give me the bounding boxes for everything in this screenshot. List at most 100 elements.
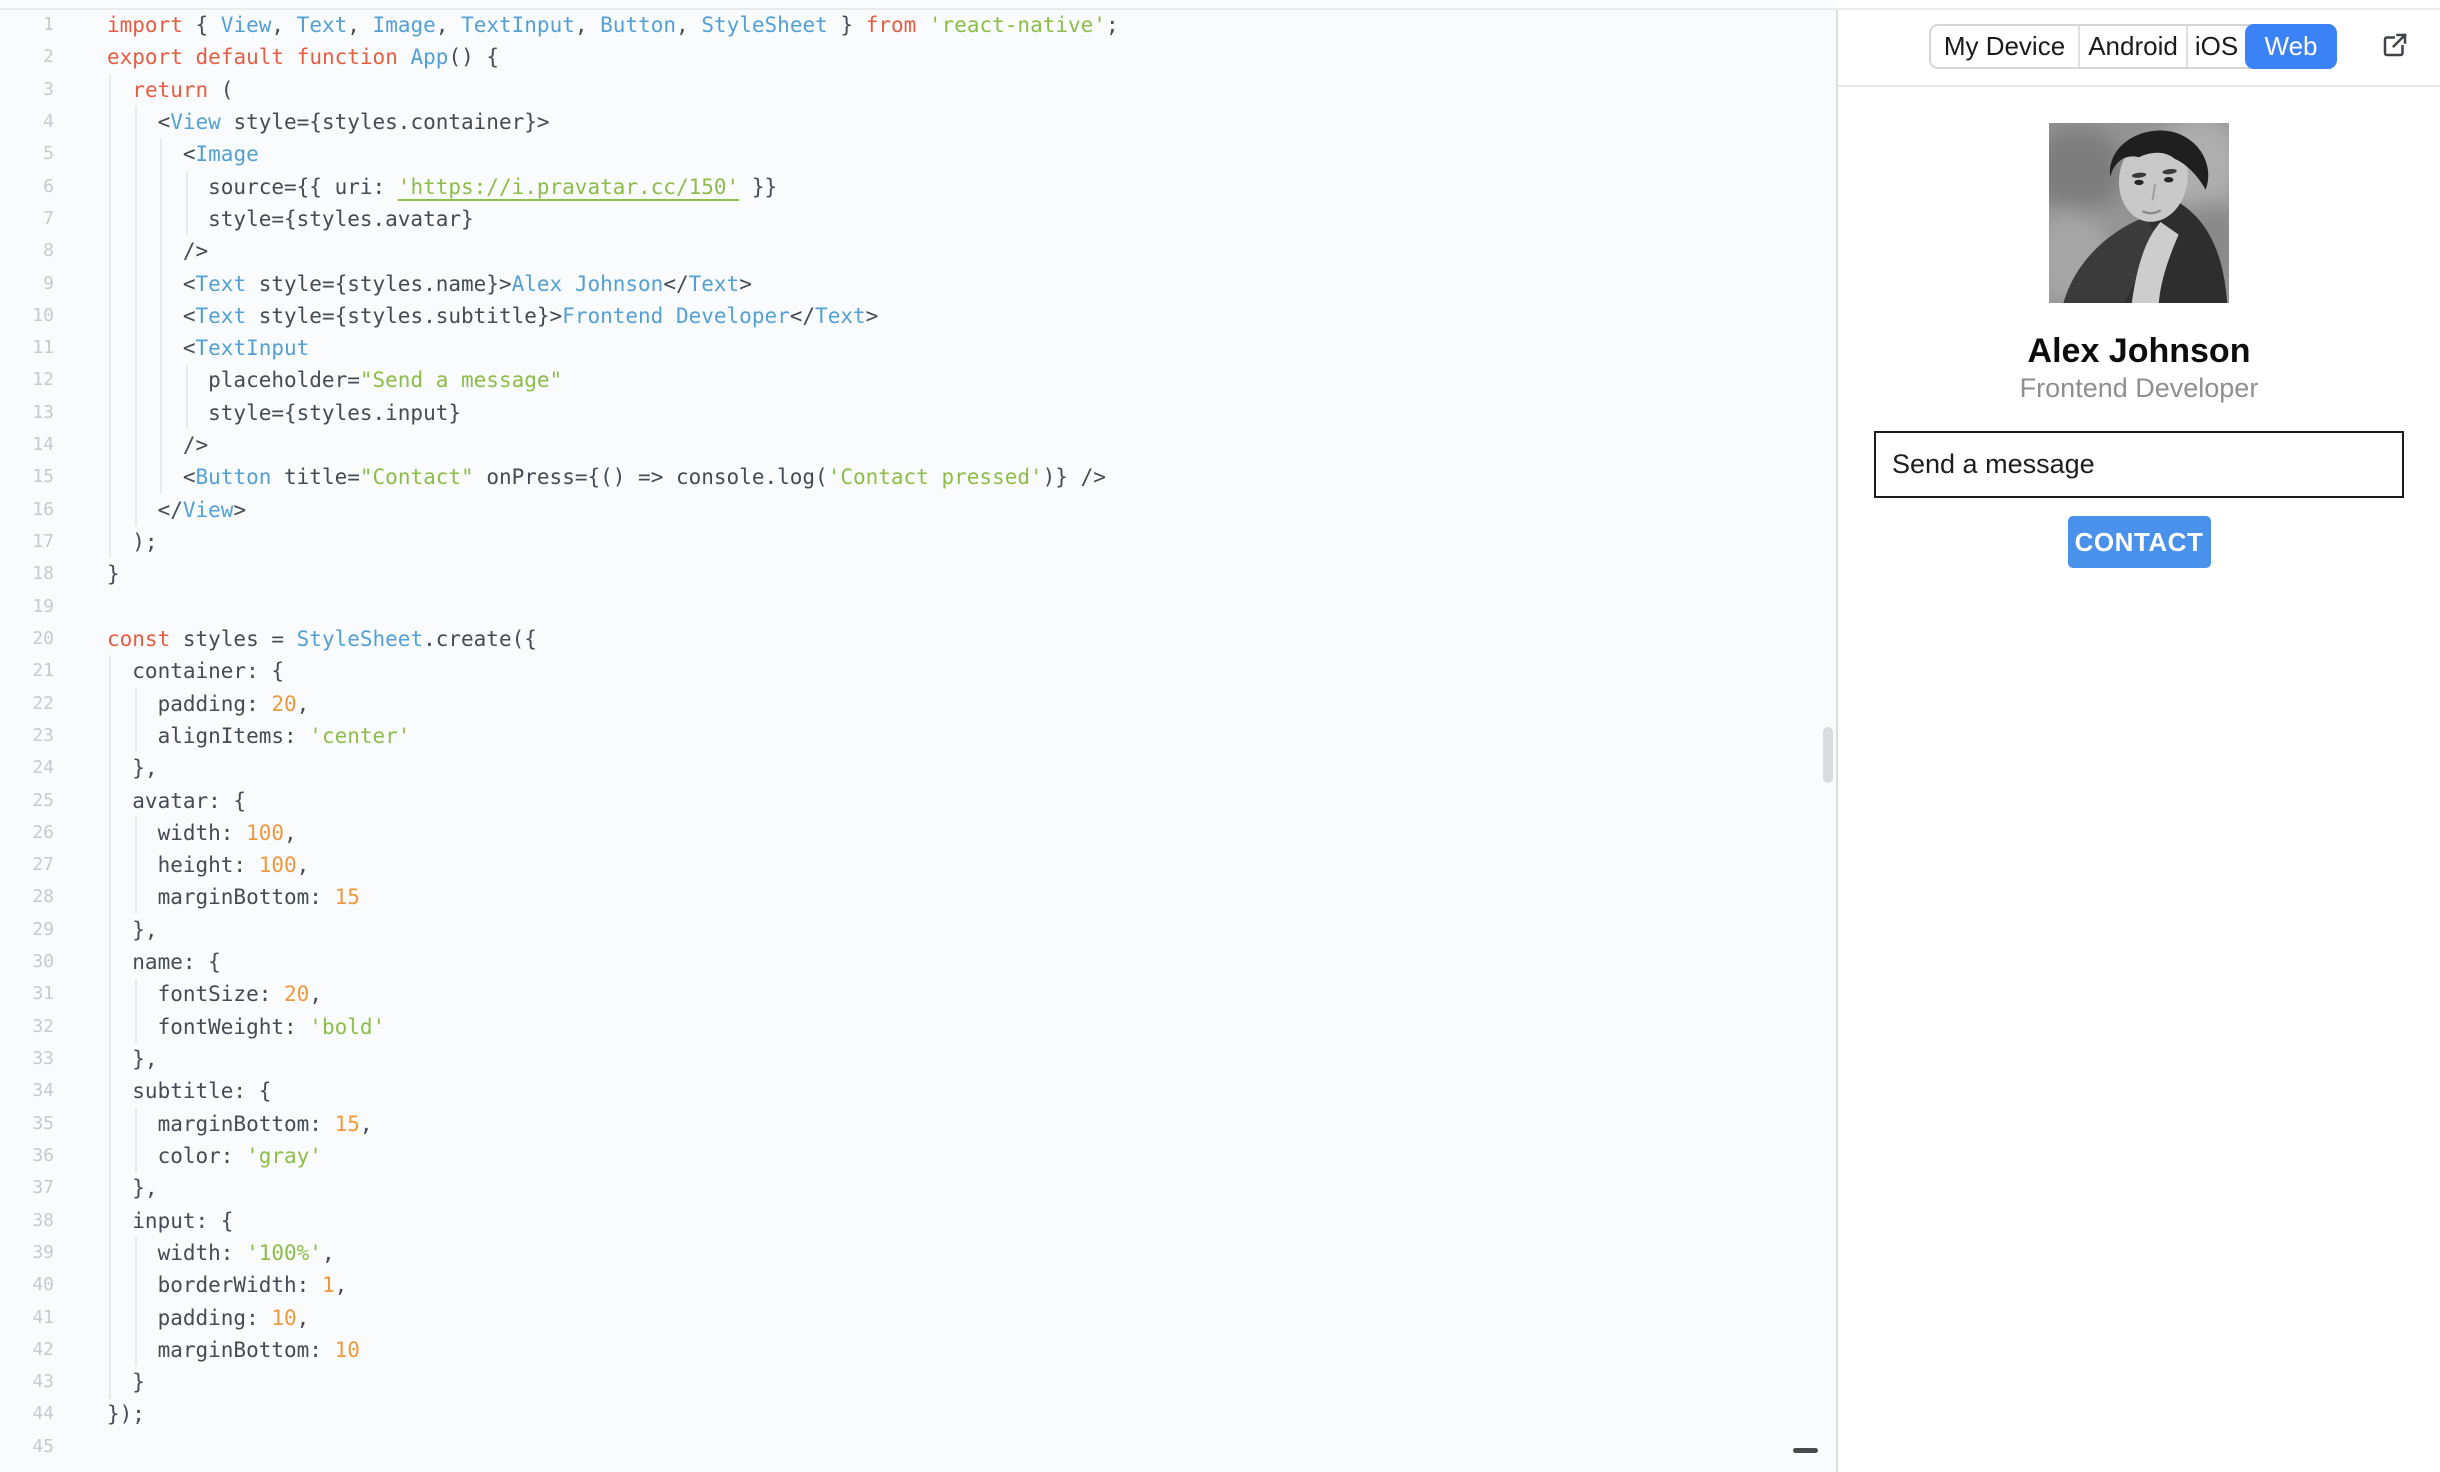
code-line[interactable]: 23 alignItems: 'center': [0, 720, 1836, 752]
code-line[interactable]: 9 <Text style={styles.name}>Alex Johnson…: [0, 268, 1836, 300]
code-line[interactable]: 25 avatar: {: [0, 785, 1836, 817]
line-number: 6: [43, 175, 54, 197]
line-number: 8: [43, 240, 54, 262]
code-line[interactable]: 13 style={styles.input}: [0, 397, 1836, 429]
line-number: 13: [32, 401, 54, 423]
code-line[interactable]: 20 const styles = StyleSheet.create({: [0, 623, 1836, 655]
code-line[interactable]: 40 borderWidth: 1,: [0, 1269, 1836, 1301]
code-line[interactable]: 38 input: {: [0, 1205, 1836, 1237]
code-line[interactable]: 11 <TextInput: [0, 332, 1836, 364]
line-number: 43: [32, 1371, 54, 1393]
line-number: 32: [32, 1015, 54, 1037]
code-line[interactable]: 44});: [0, 1398, 1836, 1430]
external-link-icon: [2380, 30, 2410, 63]
code-line[interactable]: 16 </View>: [0, 494, 1836, 526]
preview-header: My Device Android iOS Web: [1838, 8, 2440, 87]
line-number: 28: [32, 886, 54, 908]
line-number: 9: [43, 272, 54, 294]
code-line[interactable]: 19: [0, 591, 1836, 623]
line-number: 18: [32, 563, 54, 585]
code-line[interactable]: 22 padding: 20,: [0, 688, 1836, 720]
contact-button[interactable]: CONTACT: [2067, 516, 2211, 568]
code-line[interactable]: 30 name: {: [0, 946, 1836, 978]
code-line[interactable]: 45: [0, 1431, 1836, 1463]
line-number: 5: [43, 143, 54, 165]
line-number: 19: [32, 595, 54, 617]
code-line[interactable]: 21 container: {: [0, 655, 1836, 687]
line-number: 14: [32, 434, 54, 456]
code-line[interactable]: 8 />: [0, 235, 1836, 267]
code-line[interactable]: 37 },: [0, 1172, 1836, 1204]
code-line[interactable]: 5 <Image: [0, 138, 1836, 170]
code-line[interactable]: 42 marginBottom: 10: [0, 1334, 1836, 1366]
code-line[interactable]: 33 },: [0, 1043, 1836, 1075]
code-line[interactable]: 15 <Button title="Contact" onPress={() =…: [0, 461, 1836, 493]
code-line[interactable]: 28 marginBottom: 15: [0, 881, 1836, 913]
code-line[interactable]: 14 />: [0, 429, 1836, 461]
line-number: 29: [32, 918, 54, 940]
code-line[interactable]: 29 },: [0, 914, 1836, 946]
line-number: 20: [32, 627, 54, 649]
line-number: 4: [43, 110, 54, 132]
code-line[interactable]: 39 width: '100%',: [0, 1237, 1836, 1269]
code-line[interactable]: 4 <View style={styles.container}>: [0, 106, 1836, 138]
preview-panel: My Device Android iOS Web Alex Johnson F…: [1838, 0, 2440, 1472]
tab-ios[interactable]: iOS: [2186, 26, 2245, 67]
line-number: 34: [32, 1080, 54, 1102]
code-line[interactable]: 34 subtitle: {: [0, 1075, 1836, 1107]
line-number: 40: [32, 1274, 54, 1296]
line-number: 1: [43, 14, 54, 35]
line-number: 25: [32, 789, 54, 811]
line-number: 22: [32, 692, 54, 714]
code-editor[interactable]: 1 import { View, Text, Image, TextInput, …: [0, 0, 1836, 1472]
code-line[interactable]: 35 marginBottom: 15,: [0, 1108, 1836, 1140]
line-number: 45: [32, 1435, 54, 1457]
tab-web[interactable]: Web: [2245, 24, 2337, 69]
editor-preview-divider[interactable]: [1836, 8, 1838, 1472]
line-number: 16: [32, 498, 54, 520]
code-lines: 1 import { View, Text, Image, TextInput, …: [0, 9, 1836, 1463]
code-line[interactable]: 24 },: [0, 752, 1836, 784]
line-number: 17: [32, 531, 54, 552]
code-line[interactable]: 6 source={{ uri: 'https://i.pravatar.cc/…: [0, 171, 1836, 203]
line-number: 7: [43, 207, 54, 229]
line-number: 10: [32, 304, 54, 326]
profile-card: Alex Johnson Frontend Developer CONTACT: [1838, 87, 2440, 604]
line-number: 41: [32, 1306, 54, 1328]
profile-role: Frontend Developer: [2019, 373, 2259, 403]
code-line[interactable]: 27 height: 100,: [0, 849, 1836, 881]
editor-scrollbar-thumb[interactable]: [1823, 727, 1833, 783]
line-number: 31: [32, 983, 54, 1005]
line-number: 26: [32, 821, 54, 843]
line-number: 23: [32, 724, 54, 746]
console-toggle-handle[interactable]: [1793, 1448, 1818, 1453]
code-line[interactable]: 1 import { View, Text, Image, TextInput, …: [0, 9, 1836, 41]
code-line[interactable]: 43 }: [0, 1366, 1836, 1398]
tab-my-device[interactable]: My Device: [1931, 26, 2078, 67]
code-line[interactable]: 36 color: 'gray': [0, 1140, 1836, 1172]
code-line[interactable]: 31 fontSize: 20,: [0, 978, 1836, 1010]
code-line[interactable]: 18}: [0, 558, 1836, 590]
code-line[interactable]: 41 padding: 10,: [0, 1302, 1836, 1334]
line-number: 2: [43, 46, 54, 68]
code-line[interactable]: 17 );: [0, 526, 1836, 558]
tab-android[interactable]: Android: [2078, 26, 2186, 67]
code-line[interactable]: 2 export default function App() {: [0, 41, 1836, 73]
code-line[interactable]: 7 style={styles.avatar}: [0, 203, 1836, 235]
open-external-button[interactable]: [2378, 30, 2412, 64]
line-number: 24: [32, 757, 54, 779]
code-line[interactable]: 32 fontWeight: 'bold': [0, 1011, 1836, 1043]
code-line[interactable]: 12 placeholder="Send a message": [0, 364, 1836, 396]
message-input[interactable]: [1874, 431, 2404, 498]
line-number: 44: [32, 1403, 54, 1425]
line-number: 42: [32, 1338, 54, 1360]
line-number: 27: [32, 854, 54, 876]
code-line[interactable]: 10 <Text style={styles.subtitle}>Fronten…: [0, 300, 1836, 332]
line-number: 15: [32, 466, 54, 488]
code-line[interactable]: 26 width: 100,: [0, 817, 1836, 849]
code-line[interactable]: 3 return (: [0, 74, 1836, 106]
profile-name: Alex Johnson: [2027, 332, 2251, 370]
line-number: 21: [32, 660, 54, 682]
device-tabbar: My Device Android iOS Web: [1929, 24, 2337, 69]
line-number: 11: [32, 337, 54, 359]
